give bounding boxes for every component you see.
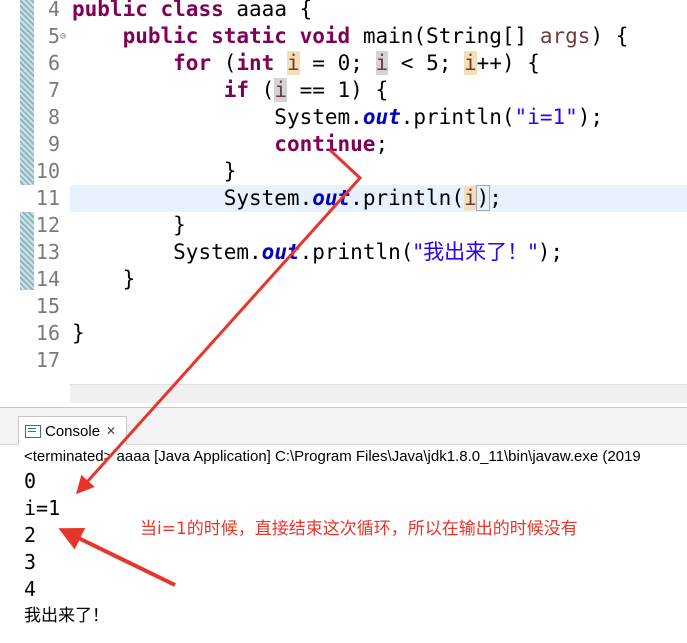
code-line[interactable]: 13 System.out.println("我出来了！"); (0, 239, 687, 266)
console-icon (25, 424, 41, 438)
code-line[interactable]: 5 ⊖ public static void main(String[] args… (0, 23, 687, 50)
console-status-line: <terminated> aaaa [Java Application] C:\… (24, 448, 641, 465)
code-line[interactable]: 4 public class aaaa { (0, 0, 687, 23)
variable-occurrence: i (274, 78, 287, 102)
line-number: 5 (47, 24, 60, 48)
matching-bracket: ) (475, 185, 491, 211)
code-line[interactable]: 14 } (0, 266, 687, 293)
code-line[interactable]: 15 (0, 293, 687, 320)
code-line[interactable]: 9 continue; (0, 131, 687, 158)
code-line[interactable]: 10 } (0, 158, 687, 185)
tab-console[interactable]: Console ✕ (18, 416, 128, 445)
console-output-line: 3 (24, 550, 37, 574)
line-number: 17 (35, 348, 60, 372)
code-line[interactable]: 6 for (int i = 0; i < 5; i++) { (0, 50, 687, 77)
line-number: 7 (47, 78, 60, 102)
variable-occurrence: i (463, 186, 477, 210)
code-line[interactable]: 8 System.out.println("i=1"); (0, 104, 687, 131)
code-line[interactable]: 12 } (0, 212, 687, 239)
line-number: 11 (35, 186, 60, 210)
line-number: 10 (35, 159, 60, 183)
variable-occurrence: i (286, 51, 300, 75)
line-number: 6 (47, 51, 60, 75)
line-number: 13 (35, 240, 60, 264)
line-number: 16 (35, 321, 60, 345)
variable-occurrence: i (464, 51, 477, 75)
console-output-line: 2 (24, 523, 37, 547)
console-output-line: 我出来了！ (24, 606, 109, 626)
tab-console-label: Console (45, 422, 101, 440)
close-icon[interactable]: ✕ (106, 424, 116, 438)
console-output-line: 0 (24, 469, 37, 493)
line-number: 14 (35, 267, 60, 291)
code-line[interactable]: 17 (0, 347, 687, 374)
variable-occurrence: i (375, 51, 389, 75)
line-number: 12 (35, 213, 60, 237)
fold-collapse-icon[interactable]: ⊖ (60, 23, 66, 50)
line-number: 4 (47, 0, 60, 21)
console-output-line: i=1 (24, 496, 61, 520)
line-number: 9 (47, 132, 60, 156)
console-output-line: 4 (24, 577, 37, 601)
line-number: 15 (35, 294, 60, 318)
code-line[interactable]: 7 if (i == 1) { (0, 77, 687, 104)
code-editor[interactable]: 4 public class aaaa { 5 ⊖ public static v… (0, 0, 687, 407)
code-line-current[interactable]: 11 System.out.println(i); (0, 185, 687, 212)
console-tab-bar: Console ✕ (0, 408, 687, 445)
code-line[interactable]: 16 } (0, 320, 687, 347)
line-number: 8 (47, 105, 60, 129)
editor-horizontal-scrollbar[interactable] (70, 384, 687, 403)
console-output[interactable]: 0 i=1 2 3 4 我出来了！ (24, 468, 109, 630)
annotation-note: 当i=1的时候，直接结束这次循环，所以在输出的时候没有 (140, 519, 578, 539)
